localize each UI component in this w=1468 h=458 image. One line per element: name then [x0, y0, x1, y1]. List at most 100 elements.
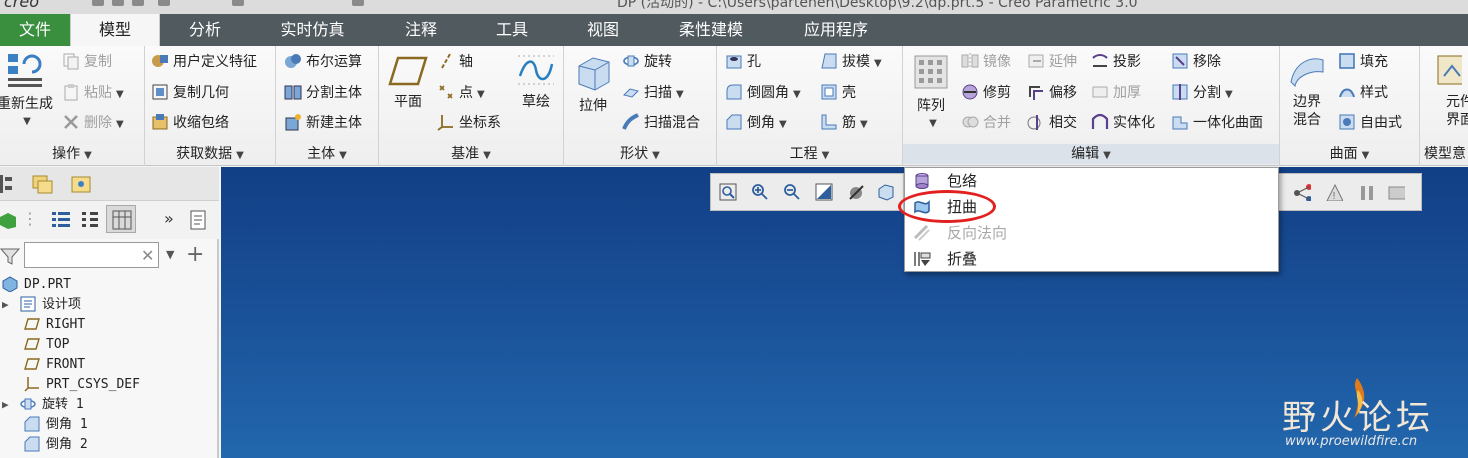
unify-button[interactable]: 一体化曲面	[1171, 111, 1263, 135]
group-label-operations[interactable]: 操作 ▼	[0, 144, 144, 164]
tree-item-revolve[interactable]: ▶ 旋转 1	[2, 395, 84, 415]
tree-item-design-items[interactable]: ▶ 设计项	[2, 295, 81, 315]
menu-item-flatten[interactable]: 折叠	[905, 246, 1278, 272]
tab-annotate[interactable]: 注释	[375, 14, 467, 46]
intersect-button[interactable]: 相交	[1027, 111, 1077, 135]
group-label-body[interactable]: 主体 ▼	[276, 144, 378, 164]
expand-arrow-icon[interactable]: ▶	[2, 395, 20, 415]
project-button[interactable]: 投影	[1091, 50, 1141, 74]
paste-button[interactable]: 粘贴 ▼	[62, 81, 124, 105]
merge-button[interactable]: 合并	[961, 111, 1011, 135]
zoom-in-icon[interactable]	[751, 183, 769, 201]
tab-file[interactable]: 文件	[0, 14, 70, 46]
group-label-model-intent[interactable]: 模型意	[1420, 144, 1468, 164]
spin-center-icon[interactable]: !	[1325, 183, 1343, 201]
tree-item-chamfer-1[interactable]: 倒角 1	[24, 415, 88, 435]
tab-analysis[interactable]: 分析	[160, 14, 250, 46]
new-body-button[interactable]: 新建主体	[284, 111, 362, 135]
tree-item-right-plane[interactable]: RIGHT	[24, 315, 85, 335]
split-body-button[interactable]: 分割主体	[284, 81, 362, 105]
tree-item-front-plane[interactable]: FRONT	[24, 355, 85, 375]
delete-button[interactable]: 删除 ▼	[62, 111, 124, 135]
group-label-surfaces[interactable]: 曲面 ▼	[1280, 144, 1419, 164]
refit-icon[interactable]	[719, 183, 737, 201]
shrinkwrap-button[interactable]: 收缩包络	[151, 111, 229, 135]
sketch-button[interactable]: 草绘	[511, 54, 561, 111]
style-button[interactable]: 样式	[1338, 81, 1388, 105]
chamfer-button[interactable]: 倒角 ▼	[725, 111, 787, 135]
expand-arrow-icon[interactable]: ▶	[2, 295, 20, 315]
model-display-icon[interactable]	[0, 211, 16, 229]
group-label-engineering[interactable]: 工程 ▼	[717, 144, 902, 164]
swept-blend-button[interactable]: 扫描混合	[622, 111, 700, 135]
close-window-icon[interactable]	[352, 0, 364, 6]
tab-live-simulation[interactable]: 实时仿真	[250, 14, 375, 46]
split-button[interactable]: 分割 ▼	[1171, 81, 1233, 105]
show-tree-icon[interactable]	[50, 209, 72, 231]
regenerate-button[interactable]: 重新生成 ▼	[0, 50, 56, 131]
regenerate-quick-icon[interactable]	[232, 0, 244, 6]
csys-button[interactable]: 坐标系	[437, 111, 501, 135]
round-button[interactable]: 倒圆角 ▼	[725, 81, 801, 105]
freestyle-button[interactable]: 自由式	[1338, 111, 1402, 135]
favorites-tab-icon[interactable]	[70, 173, 92, 195]
group-label-get-data[interactable]: 获取数据 ▼	[145, 144, 275, 164]
tab-model[interactable]: 模型	[70, 14, 160, 46]
undo-icon[interactable]	[158, 0, 170, 6]
thicken-button[interactable]: 加厚	[1091, 81, 1141, 105]
rib-button[interactable]: 筋 ▼	[820, 111, 868, 135]
mirror-button[interactable]: 镜像	[961, 50, 1011, 74]
view-manager-icon[interactable]	[1387, 183, 1405, 201]
sweep-button[interactable]: 扫描 ▼	[622, 81, 684, 105]
tree-filters-icon[interactable]	[80, 209, 102, 231]
group-label-shapes[interactable]: 形状 ▼	[564, 144, 716, 164]
user-defined-feature-button[interactable]: 用户定义特征	[151, 50, 257, 74]
menu-item-reverse-normal[interactable]: 反向法向	[905, 220, 1278, 246]
tree-item-part[interactable]: DP.PRT	[2, 275, 71, 295]
group-label-editing[interactable]: 编辑 ▼	[903, 144, 1279, 164]
repaint-icon[interactable]	[815, 183, 833, 201]
copy-geometry-button[interactable]: 复制几何	[151, 81, 229, 105]
tree-item-chamfer-2[interactable]: 倒角 2	[24, 435, 88, 455]
tab-view[interactable]: 视图	[557, 14, 649, 46]
copy-button[interactable]: 复制	[62, 50, 112, 74]
tree-columns-button[interactable]	[106, 205, 136, 233]
add-icon[interactable]: +	[186, 242, 204, 267]
axis-button[interactable]: 轴	[437, 50, 473, 74]
draft-button[interactable]: 拔模 ▼	[820, 50, 882, 74]
settings-icon[interactable]	[188, 209, 210, 231]
tree-search-input[interactable]	[24, 242, 159, 268]
save-icon[interactable]	[132, 0, 144, 6]
new-file-icon[interactable]	[92, 0, 104, 6]
offset-button[interactable]: 偏移	[1027, 81, 1077, 105]
tab-tools[interactable]: 工具	[467, 14, 557, 46]
more-options-icon[interactable]: »	[164, 209, 174, 228]
extend-button[interactable]: 延伸	[1027, 50, 1077, 74]
solidify-button[interactable]: 实体化	[1091, 111, 1155, 135]
hole-button[interactable]: 孔	[725, 50, 761, 74]
open-file-icon[interactable]	[112, 0, 124, 6]
trim-button[interactable]: 修剪	[961, 81, 1011, 105]
display-style-icon[interactable]	[847, 183, 865, 201]
saved-orientations-icon[interactable]	[877, 183, 895, 201]
remove-button[interactable]: 移除	[1171, 50, 1221, 74]
folder-browser-tab-icon[interactable]	[32, 173, 54, 195]
revolve-button[interactable]: 旋转	[622, 50, 672, 74]
tree-item-top-plane[interactable]: TOP	[24, 335, 69, 355]
pause-icon[interactable]	[1357, 183, 1375, 201]
group-label-datum[interactable]: 基准 ▼	[379, 144, 563, 164]
pattern-button[interactable]: 阵列 ▼	[907, 52, 955, 133]
clear-search-icon[interactable]: ✕	[141, 246, 154, 265]
extrude-button[interactable]: 拉伸	[570, 52, 616, 115]
point-button[interactable]: 点 ▼	[437, 81, 485, 105]
chevron-down-icon[interactable]: ▼	[166, 248, 174, 261]
tab-applications[interactable]: 应用程序	[773, 14, 899, 46]
boundary-blend-button[interactable]: 边界 混合	[1284, 52, 1330, 129]
annotation-display-icon[interactable]	[1293, 183, 1311, 201]
model-tree-tab-icon[interactable]	[0, 173, 18, 195]
zoom-out-icon[interactable]	[783, 183, 801, 201]
component-interface-button[interactable]: 元件 界面	[1422, 52, 1468, 129]
menu-item-warp[interactable]: 扭曲	[905, 194, 1278, 220]
tree-item-csys[interactable]: PRT_CSYS_DEF	[24, 375, 140, 395]
shell-button[interactable]: 壳	[820, 81, 856, 105]
